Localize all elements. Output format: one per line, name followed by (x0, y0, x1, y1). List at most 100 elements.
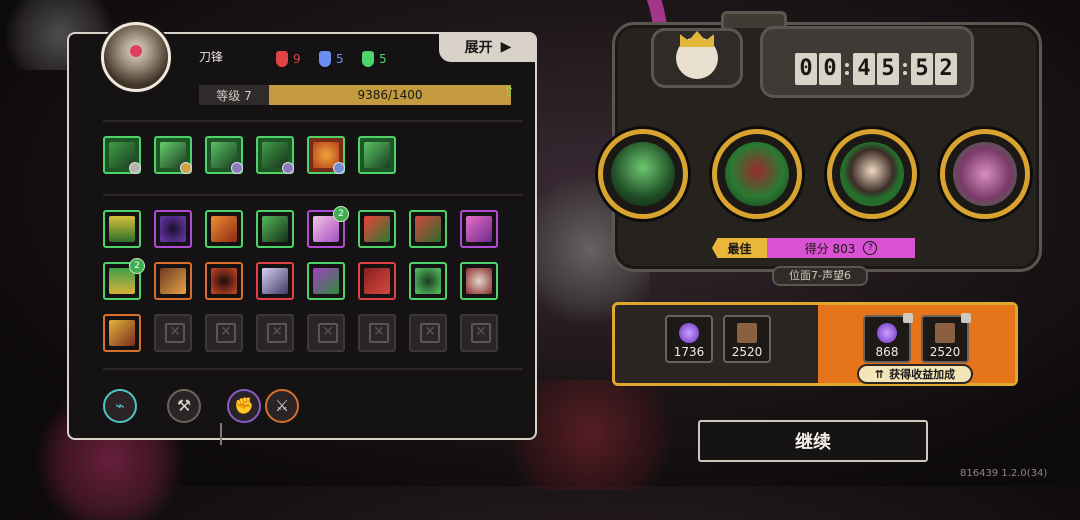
reward-gem: 1736 (665, 315, 713, 363)
crown-icon (676, 37, 718, 79)
stat-red-value: 9 (293, 52, 301, 66)
skill-level-badge: 2 (333, 206, 349, 222)
skill-slot[interactable] (103, 314, 141, 352)
skill-slot[interactable] (154, 210, 192, 248)
boss-portrait[interactable] (827, 129, 917, 219)
gain-bonus-label: 获得收益加成 (889, 368, 956, 381)
stat-green: 5 (362, 51, 387, 67)
realm-label: 位面7-声望6 (772, 266, 868, 286)
empty-skill-slot[interactable]: ✕ (460, 314, 498, 352)
boss-portrait[interactable] (598, 129, 688, 219)
divider (103, 194, 523, 196)
flashlight-icon[interactable]: ⌁ (103, 389, 137, 423)
gain-bonus-button[interactable]: ⇈ 获得收益加成 (857, 364, 973, 384)
xp-track: 9386/1400 (269, 85, 511, 105)
skill-slot[interactable] (409, 210, 447, 248)
timer-digit: 0 (795, 53, 817, 85)
fist-item-icon[interactable]: ✊ (227, 389, 261, 423)
separator (220, 423, 222, 445)
divider (103, 368, 523, 370)
boss-portrait[interactable] (712, 129, 802, 219)
expand-label: 展开 (464, 40, 493, 56)
timer-digit: 0 (819, 53, 841, 85)
skill-slot[interactable]: 2 (307, 206, 349, 248)
help-icon[interactable]: ? (863, 241, 878, 255)
hero-build-panel: 刀锋 9 5 5 展开 ▶ 等级 7 9386/1400 ⇧ 2 2 ✕ ✕ ✕… (67, 22, 537, 445)
close-icon: ✕ (216, 323, 236, 343)
reward-gem-count: 1736 (673, 345, 705, 359)
skill-slot[interactable] (256, 136, 294, 174)
crossed-blades-icon[interactable]: ⚔ (265, 389, 299, 423)
close-icon: ✕ (420, 323, 440, 343)
timer-digit: 4 (853, 53, 875, 85)
stat-blue-value: 5 (336, 52, 344, 66)
score-row: 最佳 得分 803 ? (712, 238, 915, 258)
skill-slot[interactable] (205, 136, 243, 174)
close-icon: ✕ (165, 323, 185, 343)
expand-button[interactable]: 展开 ▶ (439, 32, 537, 62)
skill-slot[interactable] (358, 210, 396, 248)
skill-slot[interactable] (460, 210, 498, 248)
continue-button[interactable]: 继续 (698, 420, 928, 462)
hero-portrait[interactable] (101, 22, 171, 92)
lock-icon (961, 313, 971, 323)
crown-emblem (651, 28, 743, 88)
green-creature-icon (362, 51, 374, 67)
timer-digit: 5 (877, 53, 899, 85)
skill-slot[interactable] (358, 262, 396, 300)
empty-skill-slot[interactable]: ✕ (154, 314, 192, 352)
skill-slot[interactable] (460, 262, 498, 300)
empty-skill-slot[interactable]: ✕ (256, 314, 294, 352)
boss-portrait[interactable] (940, 129, 1030, 219)
timer-digit: 5 (911, 53, 933, 85)
skill-slot[interactable] (409, 262, 447, 300)
stat-red: 9 (276, 51, 301, 67)
skill-slot[interactable] (154, 136, 192, 174)
purple-gem-icon (679, 323, 699, 343)
skill-slot[interactable] (205, 262, 243, 300)
xp-text: 9386/1400 (357, 88, 423, 102)
reward-book-count: 2520 (731, 345, 763, 359)
close-icon: ✕ (471, 323, 491, 343)
empty-skill-slot[interactable]: ✕ (307, 314, 345, 352)
timer-colon (903, 63, 907, 75)
red-creature-icon (276, 51, 288, 67)
skill-slot[interactable] (103, 210, 141, 248)
play-arrow-icon: ▶ (500, 39, 512, 55)
stat-green-value: 5 (379, 52, 387, 66)
skill-slot[interactable] (154, 262, 192, 300)
divider (103, 120, 523, 122)
blue-creature-icon (319, 51, 331, 67)
scroll-item-icon[interactable]: ⚒ (167, 389, 201, 423)
skill-slot[interactable] (307, 262, 345, 300)
skill-slot[interactable] (256, 262, 294, 300)
book-icon (935, 323, 955, 343)
version-text: 816439 1.2.0(34) (960, 468, 1048, 479)
empty-skill-slot[interactable]: ✕ (409, 314, 447, 352)
reward-book: 2520 (723, 315, 771, 363)
score-text: 得分 803 (804, 241, 856, 256)
skill-slot[interactable] (103, 136, 141, 174)
level-bar: 等级 7 9386/1400 (199, 85, 511, 105)
best-label: 最佳 (712, 238, 767, 258)
empty-skill-slot[interactable]: ✕ (358, 314, 396, 352)
bonus-gem-count: 868 (875, 345, 899, 359)
level-label: 等级 7 (199, 85, 269, 105)
skill-slot[interactable] (307, 136, 345, 174)
skill-slot[interactable]: 2 (103, 258, 145, 300)
book-icon (737, 323, 757, 343)
score-bar: 得分 803 ? (767, 238, 915, 258)
level-up-arrow-icon: ⇧ (503, 84, 515, 100)
timer-colon (845, 63, 849, 75)
purple-gem-icon (877, 323, 897, 343)
bonus-gem: 868 (863, 313, 913, 363)
skill-slot[interactable] (205, 210, 243, 248)
skill-slot[interactable] (358, 136, 396, 174)
close-icon: ✕ (369, 323, 389, 343)
empty-skill-slot[interactable]: ✕ (205, 314, 243, 352)
bonus-book: 2520 (921, 313, 971, 363)
skill-slot[interactable] (256, 210, 294, 248)
lock-icon (903, 313, 913, 323)
skill-level-badge: 2 (129, 258, 145, 274)
close-icon: ✕ (318, 323, 338, 343)
